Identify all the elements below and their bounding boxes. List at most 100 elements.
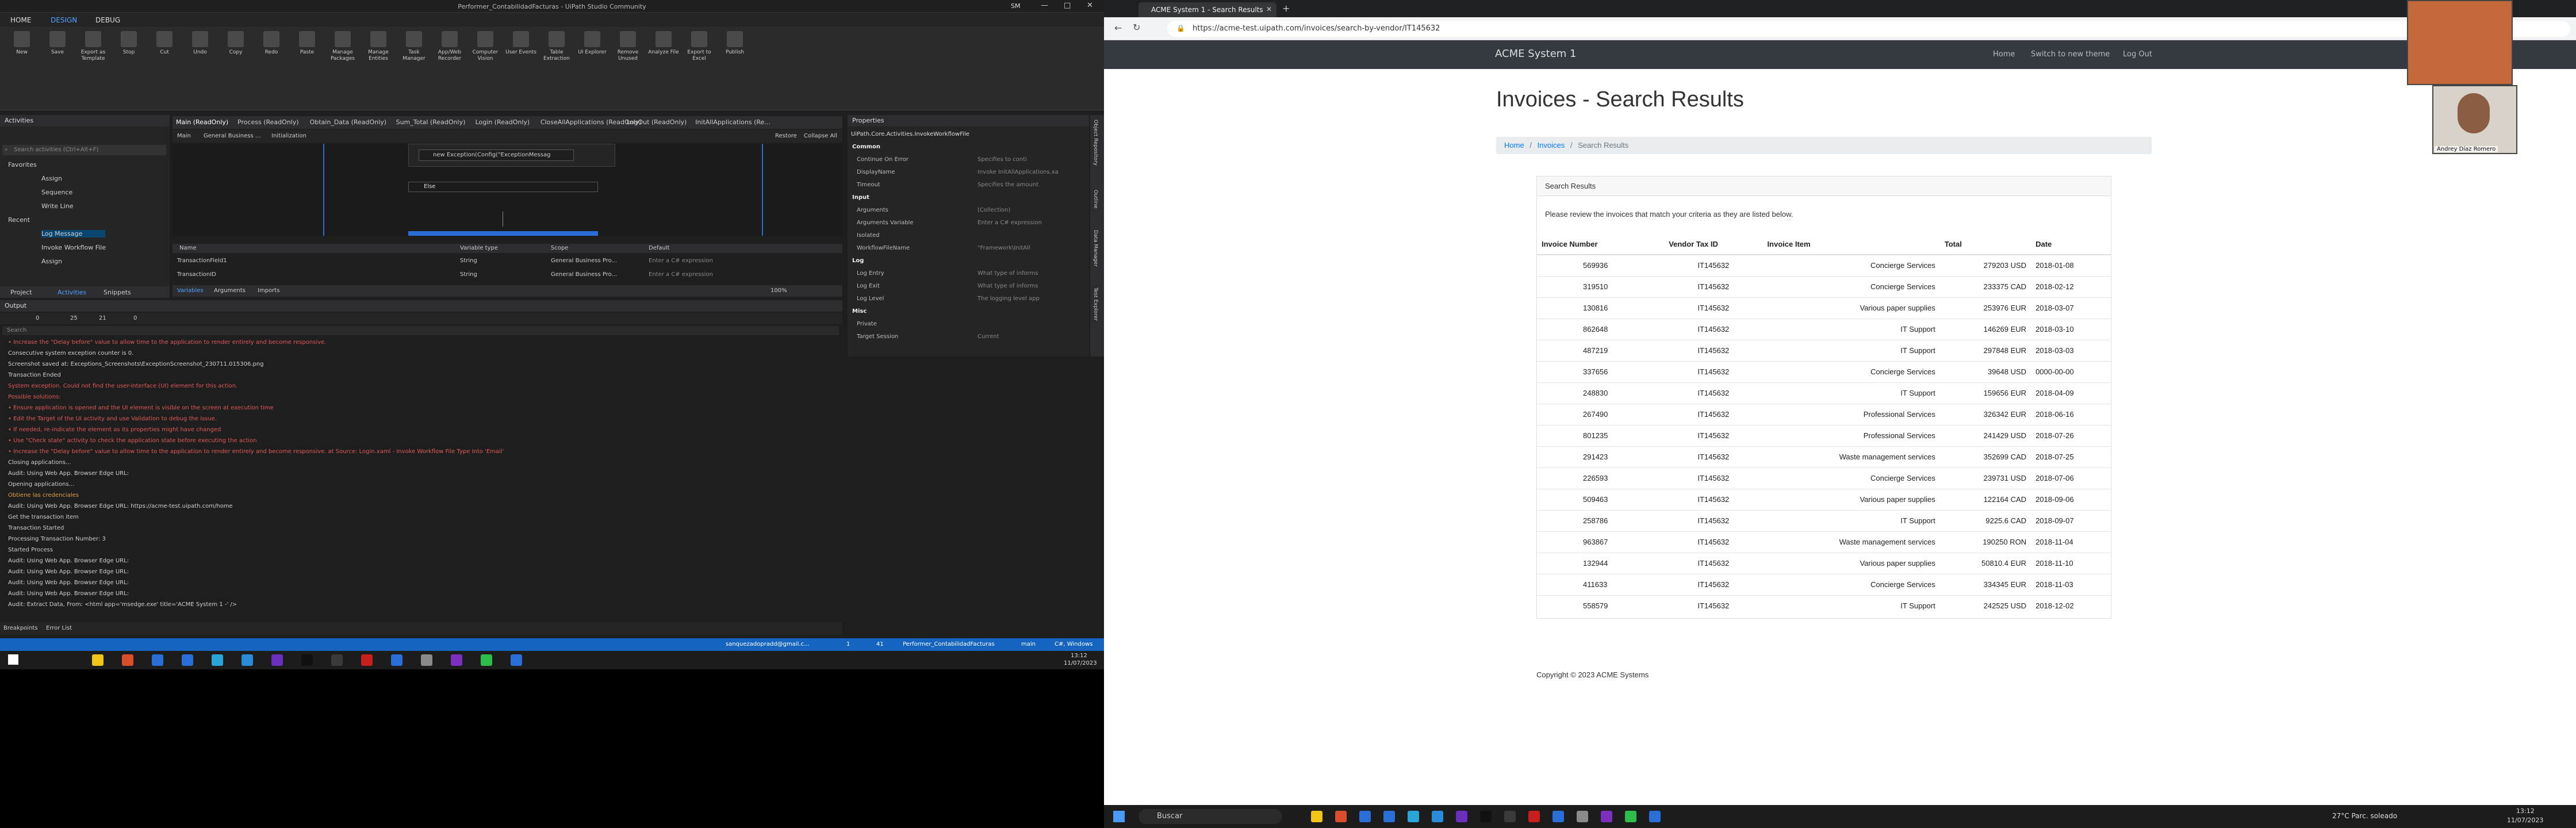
maximize-icon[interactable]: □ [1064, 1, 1071, 10]
clock-date-left[interactable]: 11/07/2023 [1064, 660, 1097, 666]
output-line[interactable]: • Ensure application is opened and the U… [8, 405, 274, 411]
doc-tab-1[interactable]: Process (ReadOnly) [237, 118, 299, 126]
zoom-level[interactable]: 100% [770, 288, 787, 294]
breadcrumb-home[interactable]: Home [1504, 141, 1524, 150]
prop-value[interactable]: "Framework\InitAll [977, 245, 1030, 251]
ribbon-button-14[interactable]: User Events [504, 31, 538, 56]
minimize-icon[interactable]: — [1041, 1, 1048, 10]
count-trace[interactable]: 0 [133, 315, 137, 321]
output-line[interactable]: Obtiene las credenciales [8, 492, 79, 499]
tab-error-list[interactable]: Error List [46, 625, 72, 631]
taskbar-app-icon[interactable] [421, 654, 432, 666]
ribbon-button-12[interactable]: App/Web Recorder [432, 31, 467, 62]
output-line[interactable]: • If needed, re-indicate the element as … [8, 427, 221, 433]
activity-invoke-workflow[interactable]: Invoke Workflow File [41, 244, 106, 251]
output-line[interactable]: Audit: Using Web App. Browser Edge URL: … [8, 503, 233, 509]
clock-time[interactable]: 13:12 [2516, 807, 2535, 815]
taskbar-app-icon[interactable] [301, 654, 313, 666]
tab-close-icon[interactable]: ✕ [1266, 5, 1272, 13]
doc-tab-3[interactable]: Sum_Total (ReadOnly) [396, 118, 466, 126]
menu-debug[interactable]: DEBUG [95, 16, 120, 24]
output-line[interactable]: Get the transaction item [8, 514, 79, 520]
var-type-2[interactable]: String [460, 271, 477, 278]
output-line[interactable]: Closing applications... [8, 459, 71, 466]
taskbar-app-icon[interactable] [1601, 811, 1612, 822]
output-line[interactable]: Transaction Started [8, 525, 64, 531]
taskbar-app-icon[interactable] [1625, 811, 1636, 822]
url-input[interactable]: https://acme-test.uipath.com/invoices/se… [1167, 21, 2570, 37]
count-warn[interactable]: 25 [70, 315, 78, 321]
taskbar-app-icon[interactable] [1577, 811, 1588, 822]
breadcrumb-invoices[interactable]: Invoices [1538, 141, 1565, 150]
taskbar-app-icon[interactable] [511, 654, 522, 666]
prop-value[interactable]: Specifies the amount [977, 182, 1038, 188]
ribbon-button-15[interactable]: Table Extraction [539, 31, 574, 62]
output-line[interactable]: Audit: Using Web App. Browser Edge URL: [8, 591, 129, 597]
tab-arguments[interactable]: Arguments [214, 288, 246, 294]
ribbon-button-16[interactable]: UI Explorer [575, 31, 610, 56]
output-line[interactable]: Audit: Using Web App. Browser Edge URL: [8, 558, 129, 564]
taskbar-app-icon[interactable] [361, 654, 373, 666]
restore-button[interactable]: Restore [775, 133, 797, 139]
var-name-1[interactable]: TransactionField1 [177, 258, 227, 264]
ribbon-button-6[interactable]: Copy [218, 31, 253, 56]
doc-tab-2[interactable]: Obtain_Data (ReadOnly) [310, 118, 386, 126]
activity-write-line[interactable]: Write Line [41, 202, 73, 210]
user-badge[interactable]: SM [1011, 2, 1020, 10]
output-line[interactable]: Transaction Ended [8, 372, 61, 378]
weather-widget[interactable]: 27°C Parc. soleado [2332, 812, 2397, 820]
var-type-1[interactable]: String [460, 258, 477, 264]
taskbar-app-icon[interactable] [271, 654, 283, 666]
menu-design[interactable]: DESIGN [51, 16, 77, 24]
new-tab-icon[interactable]: + [1282, 3, 1290, 14]
tab-variables[interactable]: Variables [177, 288, 204, 294]
ribbon-button-7[interactable]: Redo [254, 31, 289, 56]
taskbar-app-icon[interactable] [1456, 811, 1467, 822]
count-error[interactable]: 21 [99, 315, 106, 321]
ribbon-button-13[interactable]: Computer Vision [468, 31, 503, 62]
breadcrumb-general[interactable]: General Business ... [204, 133, 260, 139]
status-user[interactable]: sanquezadopradd@gmail.c... [726, 641, 810, 647]
ribbon-button-1[interactable]: Save [40, 31, 75, 56]
taskbar-app-icon[interactable] [152, 654, 163, 666]
ribbon-button-17[interactable]: Remove Unused [611, 31, 645, 62]
var-name-2[interactable]: TransactionID [177, 271, 216, 278]
output-line[interactable]: • Use "Check state" activity to check th… [8, 438, 257, 444]
refresh-icon[interactable]: ↻ [1133, 22, 1140, 33]
tab-project[interactable]: Project [10, 289, 32, 296]
taskbar-app-icon[interactable] [92, 654, 103, 666]
site-brand[interactable]: ACME System 1 [1495, 48, 1577, 60]
activity-assign[interactable]: Assign [41, 175, 62, 182]
prop-value[interactable]: Invoke InitAllApplications.xa [977, 169, 1059, 175]
output-line[interactable]: Audit: Using Web App. Browser Edge URL: [8, 569, 129, 575]
output-line[interactable]: • Increase the "Delay before" value to a… [8, 448, 504, 455]
tab-snippets[interactable]: Snippets [103, 289, 131, 296]
output-line[interactable]: • Edit the Target of the UI activity and… [8, 416, 217, 422]
prop-value[interactable]: Current [977, 334, 999, 340]
taskbar-app-icon[interactable] [1504, 811, 1516, 822]
browser-tab-title[interactable]: ACME System 1 - Search Results [1151, 6, 1263, 14]
taskbar-app-icon[interactable] [122, 654, 133, 666]
taskbar-app-icon[interactable] [1335, 811, 1347, 822]
var-scope-2[interactable]: General Business Pro... [551, 271, 617, 278]
activity-sequence[interactable]: Sequence [41, 189, 72, 196]
taskbar-app-icon[interactable] [241, 654, 253, 666]
prop-value[interactable]: The logging level app [977, 296, 1040, 302]
status-errors[interactable]: 41 [876, 641, 884, 647]
doc-tab-4[interactable]: Login (ReadOnly) [476, 118, 530, 126]
taskbar-app-icon[interactable] [1408, 811, 1419, 822]
breadcrumb-initialization[interactable]: Initialization [271, 133, 306, 139]
taskbar-app-icon[interactable] [1311, 811, 1322, 822]
taskbar-app-icon[interactable] [1432, 811, 1443, 822]
activity-assign-recent[interactable]: Assign [41, 258, 62, 265]
var-scope-1[interactable]: General Business Pro... [551, 258, 617, 264]
ribbon-button-19[interactable]: Export to Excel [682, 31, 716, 62]
output-line[interactable]: Audit: Extract Data, From: <html app='ms… [8, 601, 237, 608]
output-line[interactable]: Opening applications... [8, 481, 74, 488]
var-default-1[interactable]: Enter a C# expression [649, 258, 713, 264]
start-icon[interactable] [8, 654, 18, 665]
ribbon-button-2[interactable]: Export as Template [76, 31, 110, 62]
taskbar-app-icon[interactable] [1383, 811, 1395, 822]
prop-value[interactable]: What type of informs [977, 283, 1038, 289]
output-line[interactable]: Processing Transaction Number: 3 [8, 536, 106, 542]
